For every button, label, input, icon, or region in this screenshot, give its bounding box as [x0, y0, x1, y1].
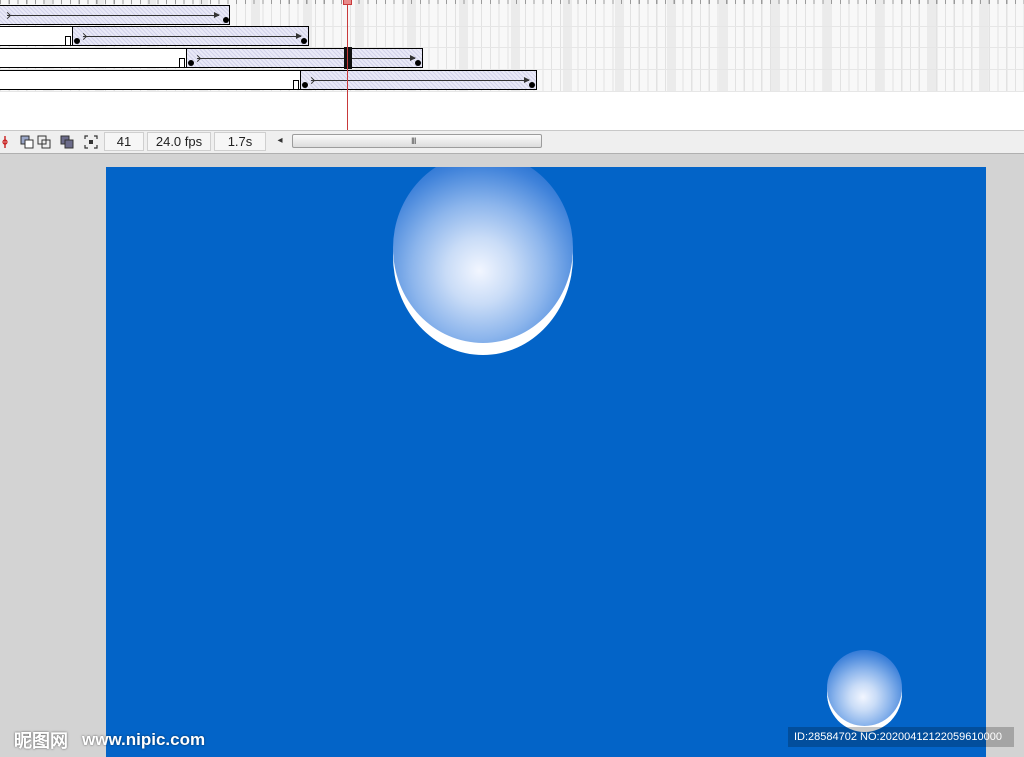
layer-3-start-keyframe[interactable]	[188, 60, 194, 66]
onion-skin-icon[interactable]	[20, 135, 34, 149]
timeline-horizontal-scrollbar[interactable]: III	[292, 134, 542, 148]
tween-arrow	[7, 12, 220, 18]
watermark-logo: 昵图网	[14, 731, 68, 751]
elapsed-time-field: 1.7s	[214, 132, 266, 151]
tween-arrow	[311, 77, 530, 83]
timeline-status-bar: 41 24.0 fps 1.7s ◂ III	[0, 130, 1024, 154]
scrollbar-grip[interactable]: III	[411, 136, 416, 146]
layer-3-end-keyframe[interactable]	[415, 60, 421, 66]
current-frame-field[interactable]: 41	[104, 132, 144, 151]
layer-4-start-keyframe[interactable]	[302, 82, 308, 88]
scroll-left-arrow-icon[interactable]: ◂	[275, 135, 285, 146]
layer-4-blank-keyframe[interactable]	[293, 80, 299, 90]
playhead[interactable]	[347, 0, 348, 130]
watermark-id-badge: ID:28584702 NO:20200412122059610000	[788, 727, 1014, 747]
small-bubble[interactable]	[827, 650, 902, 726]
layer-3-blank-keyframe[interactable]	[179, 58, 185, 68]
frame-rate-field[interactable]: 24.0 fps	[147, 132, 211, 151]
layer-1-motion-tween[interactable]	[0, 5, 230, 25]
layer-2-start-keyframe[interactable]	[74, 38, 80, 44]
layer-1-end-keyframe[interactable]	[223, 17, 229, 23]
tween-arrow	[83, 33, 302, 39]
layer-4-end-keyframe[interactable]	[529, 82, 535, 88]
current-frame-marker	[344, 47, 352, 69]
playhead-handle[interactable]	[343, 0, 352, 5]
layer-row-divider	[0, 91, 1024, 92]
layer-4-motion-tween[interactable]	[300, 70, 537, 90]
center-frame-icon[interactable]	[0, 135, 14, 149]
layer-2-blank-keyframe[interactable]	[65, 36, 71, 46]
layer-3-motion-tween[interactable]	[186, 48, 423, 68]
onion-skin-outlines-icon[interactable]	[37, 135, 51, 149]
stage-canvas[interactable]	[106, 167, 986, 757]
watermark-url: www.nipic.com	[82, 730, 206, 749]
frame-ruler[interactable]	[0, 0, 1024, 4]
tween-arrow	[197, 55, 416, 61]
edit-multiple-frames-icon[interactable]	[60, 135, 74, 149]
layer-2-motion-tween[interactable]	[72, 26, 309, 46]
timeline-panel[interactable]	[0, 0, 1024, 130]
layer-2-end-keyframe[interactable]	[301, 38, 307, 44]
modify-onion-markers-icon[interactable]	[84, 135, 98, 149]
